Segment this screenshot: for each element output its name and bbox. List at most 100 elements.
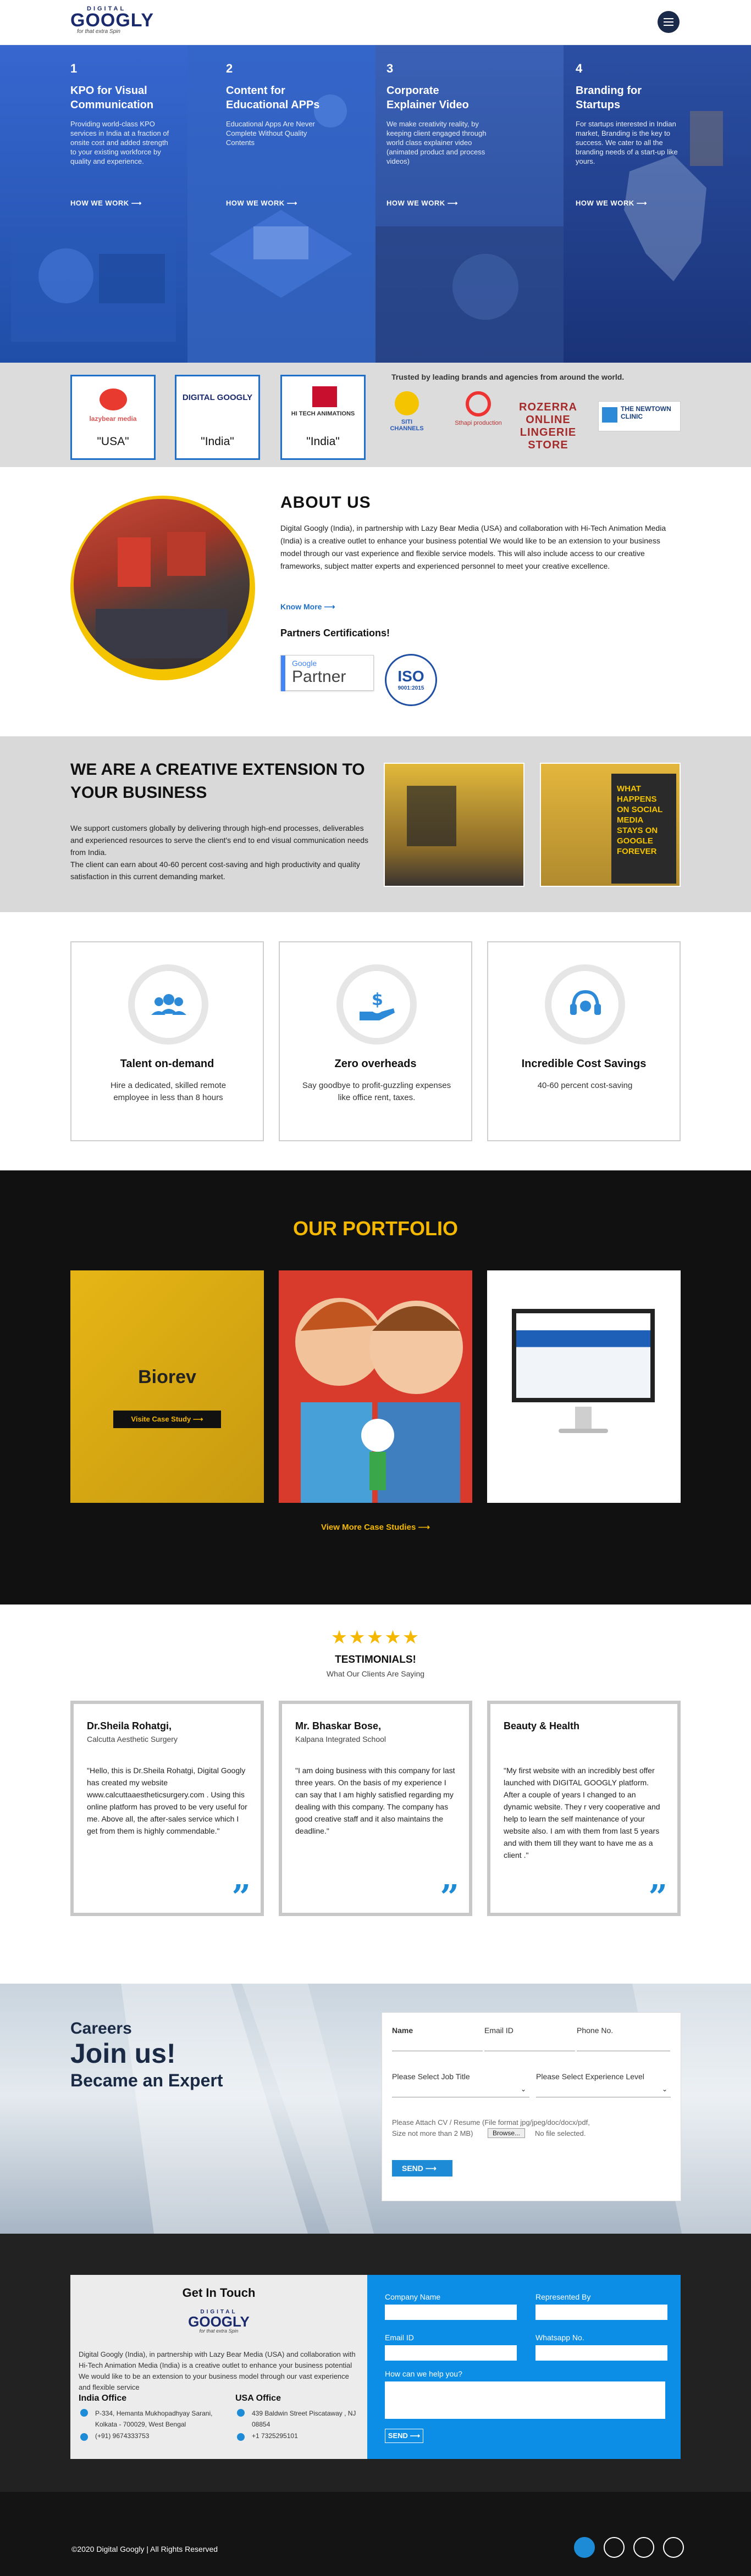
help-textarea[interactable] [385, 2381, 665, 2419]
hero-panel-4-link[interactable]: HOW WE WORK ⟶ [576, 199, 647, 208]
facebook-icon[interactable] [574, 2537, 595, 2558]
name-label: Name [392, 2026, 413, 2035]
hero-panel-1-desc: Providing world-class KPO services in In… [70, 120, 169, 165]
testimonial-org: Calcutta Aesthetic Surgery [87, 1735, 178, 1744]
photo-poster [118, 537, 151, 587]
features-section: Talent on-demand Hire a dedicated, skill… [0, 912, 751, 1170]
testimonial-card: Dr.Sheila Rohatgi, Calcutta Aesthetic Su… [70, 1701, 264, 1916]
hero-panel-2-link[interactable]: HOW WE WORK ⟶ [226, 199, 297, 208]
location-icon [80, 2409, 88, 2417]
name-field[interactable] [392, 2038, 483, 2051]
site-footer: ©2020 Digital Googly | All Rights Reserv… [0, 2492, 751, 2576]
case-btn-label: Visite Case Study [131, 1415, 191, 1423]
experience-label: Please Select Experience Level [536, 2072, 644, 2081]
testimonial-card: Beauty & Health "My first website with a… [487, 1701, 681, 1916]
india-office-title: India Office [79, 2394, 127, 2403]
feature-icon-inner: $ [343, 970, 411, 1039]
testimonials-subtitle: What Our Clients Are Saying [326, 1669, 425, 1678]
contact-title: Get In Touch [182, 2286, 256, 2300]
view-more-label: View More Case Studies [321, 1523, 416, 1532]
hero-panel-2-number: 2 [226, 62, 233, 75]
contact-send-button[interactable]: SEND ⟶ [385, 2429, 423, 2443]
badge-partner: Partner [292, 668, 346, 686]
job-label: Please Select Job Title [392, 2072, 470, 2081]
certs-title: Partners Certifications! [280, 628, 390, 639]
experience-select[interactable]: ⌄ [536, 2084, 671, 2097]
hero-panel-1-link[interactable]: HOW WE WORK ⟶ [70, 199, 142, 208]
hero-panel-2-link-label: HOW WE WORK [226, 199, 285, 207]
chevron-down-icon: ⌄ [520, 2085, 526, 2093]
contact-info-panel: Get In Touch DIGITAL GOOGLY for that ext… [70, 2275, 367, 2459]
visit-case-study-button[interactable]: Visite Case Study ⟶ [113, 1411, 221, 1428]
quote-mark-icon: ” [648, 1878, 667, 1917]
site-logo[interactable]: DIGITAL GOOGLY for that extra Spin [70, 5, 153, 38]
quote-mark-icon: ” [231, 1878, 251, 1917]
hero-panel-3-title: Corporate Explainer Video [386, 85, 469, 111]
know-more-label: Know More [280, 602, 322, 611]
testimonial-name: Beauty & Health [504, 1720, 580, 1731]
creative-title: WE ARE A CREATIVE EXTENSION TO YOUR BUSI… [70, 760, 365, 802]
careers-expert: Became an Expert [70, 2070, 223, 2090]
client-name: ROZERRA ONLINE LINGERIE STORE [519, 401, 577, 451]
brand-box-lazybear[interactable]: lazybear media "USA" [70, 375, 156, 460]
feature-icon-inner [134, 970, 202, 1039]
company-field[interactable] [385, 2305, 517, 2320]
hero-panel-2-title: Content for Educational APPs [226, 85, 320, 111]
arrow-right-icon: ⟶ [286, 199, 297, 207]
youtube-icon[interactable] [663, 2537, 684, 2558]
know-more-link[interactable]: Know More ⟶ [280, 602, 335, 612]
logo-main: GOOGLY [188, 2313, 250, 2330]
hero-panel-3-link[interactable]: HOW WE WORK ⟶ [386, 199, 458, 208]
feature-title: Talent on-demand [120, 1058, 214, 1070]
brand-box-hitech[interactable]: HI TECH ANIMATIONS "India" [280, 375, 366, 460]
hero-panel-3-desc: We make creativity reality, by keeping c… [386, 120, 487, 165]
usa-office-title: USA Office [235, 2394, 281, 2403]
job-select[interactable]: ⌄ [392, 2084, 529, 2097]
linkedin-icon[interactable] [604, 2537, 625, 2558]
client-name: THE NEWTOWN CLINIC [621, 405, 671, 420]
iso-label: ISO [397, 668, 424, 685]
contact-section: Get In Touch DIGITAL GOOGLY for that ext… [0, 2234, 751, 2492]
arrow-right-icon: ⟶ [425, 2164, 437, 2173]
client-logo-sthapi: Sthapi production [454, 391, 503, 435]
arrow-right-icon: ⟶ [131, 199, 142, 207]
headset-icon [570, 990, 601, 1015]
phone-field[interactable] [577, 2038, 670, 2051]
hero-panel-1-number: 1 [70, 62, 78, 75]
instagram-icon[interactable] [633, 2537, 654, 2558]
whatsapp-field[interactable] [535, 2345, 667, 2361]
client-logo-siti: SITI CHANNELS [388, 391, 426, 435]
menu-button[interactable] [658, 11, 680, 33]
contact-logo: DIGITAL GOOGLY for that extra Spin [70, 2309, 367, 2334]
feature-desc: Say goodbye to profit-guzzling expenses … [302, 1081, 451, 1102]
email-field[interactable] [385, 2345, 517, 2361]
portfolio-card-cartoon[interactable] [279, 1270, 472, 1503]
hero-panel-4-number: 4 [576, 62, 583, 75]
testimonials-section: ★★★★★ TESTIMONIALS! What Our Clients Are… [0, 1605, 751, 1984]
careers-form: Name Email ID Phone No. Please Select Jo… [382, 2012, 681, 2201]
money-hand-icon: $ [360, 990, 395, 1020]
creative-section: WE ARE A CREATIVE EXTENSION TO YOUR BUSI… [0, 736, 751, 912]
portfolio-card-website[interactable] [487, 1270, 681, 1503]
usa-phone: +1 7325295101 [252, 2432, 298, 2440]
represented-field[interactable] [535, 2305, 667, 2320]
email-field[interactable] [484, 2038, 575, 2051]
browse-button[interactable]: Browse... [488, 2128, 526, 2138]
portfolio-card-biorev[interactable]: Biorev Visite Case Study ⟶ [70, 1270, 264, 1503]
phone-label: Phone No. [577, 2026, 614, 2035]
rating-stars-icon: ★★★★★ [330, 1627, 421, 1648]
represented-label: Represented By [535, 2292, 591, 2301]
monitor-stand [575, 1407, 592, 1429]
feature-icon-ring [128, 964, 208, 1045]
brand-box-digitalgoogly[interactable]: DIGITAL GOOGLY "India" [175, 375, 260, 460]
feature-card-overheads: $ Zero overheads Say goodbye to profit-g… [279, 941, 472, 1141]
brand-name: HI TECH ANIMATIONS [291, 410, 355, 417]
hero-panel-1-title: KPO for Visual Communication [70, 85, 154, 111]
brand-country: "India" [201, 435, 234, 448]
careers-send-button[interactable]: SEND ⟶ [392, 2160, 452, 2177]
usa-address: 439 Baldwin Street Piscataway , NJ 08854 [252, 2410, 356, 2428]
feature-desc: 40-60 percent cost-saving [537, 1081, 633, 1090]
hero-panel-3-link-label: HOW WE WORK [386, 199, 445, 207]
view-more-case-studies-link[interactable]: View More Case Studies ⟶ [0, 1522, 751, 1532]
siti-logo-mark [395, 391, 419, 415]
